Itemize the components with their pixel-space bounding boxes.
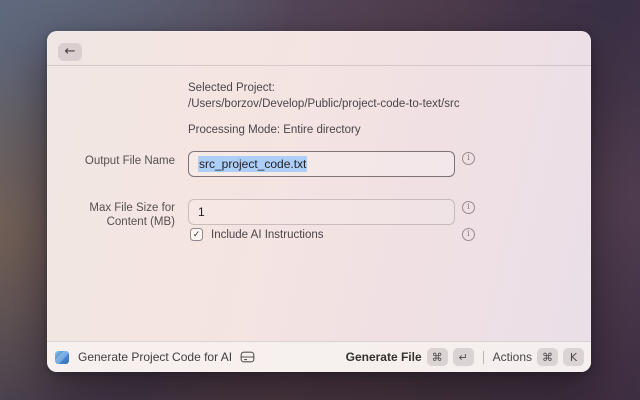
k-keycap: K [563,348,584,366]
actions-button[interactable]: Actions [493,350,532,364]
back-arrow-icon: ← [64,44,76,59]
selected-project-text: Selected Project: /Users/borzov/Develop/… [188,82,460,110]
generate-file-button[interactable]: Generate File [346,350,422,364]
output-file-name-input[interactable]: src_project_code.txt [188,151,455,177]
cmd-keycap: ⌘ [426,348,448,366]
footer-divider [482,350,484,364]
info-icon[interactable]: i [462,228,475,241]
max-file-size-value: 1 [198,205,205,219]
info-glyph: i [467,153,470,164]
extension-form-window: ← Selected Project: /Users/borzov/Develo… [47,31,591,372]
include-ai-row: ✓ Include AI Instructions [190,227,324,242]
hard-drive-icon [240,350,255,364]
command-title: Generate Project Code for AI [78,350,233,364]
extension-icon [55,350,69,364]
max-file-size-label: Max File Size for Content (MB) [89,202,175,228]
window-header: ← [47,31,591,66]
max-file-size-input[interactable]: 1 [188,199,455,225]
processing-mode-text: Processing Mode: Entire directory [188,124,361,136]
info-icon[interactable]: i [462,152,475,165]
cmd-keycap: ⌘ [537,348,558,366]
info-glyph: i [467,229,470,240]
include-ai-checkbox[interactable]: ✓ [190,228,203,241]
info-glyph: i [467,202,470,213]
include-ai-label: Include AI Instructions [211,228,324,241]
footer-actions: Generate File ⌘ ↵ Actions ⌘ K [346,348,584,366]
desktop-background: ← Selected Project: /Users/borzov/Develo… [0,0,640,400]
checkmark-icon: ✓ [192,229,201,239]
info-icon[interactable]: i [462,201,475,214]
output-file-name-value: src_project_code.txt [198,156,308,172]
enter-keycap: ↵ [452,348,474,366]
output-file-name-label: Output File Name [84,155,175,167]
footer-command-info: Generate Project Code for AI [55,350,255,364]
footer-bar: Generate Project Code for AI Generate Fi… [47,341,591,372]
back-button[interactable]: ← [58,43,82,61]
summary-block: Selected Project: /Users/borzov/Develop/… [188,80,470,138]
